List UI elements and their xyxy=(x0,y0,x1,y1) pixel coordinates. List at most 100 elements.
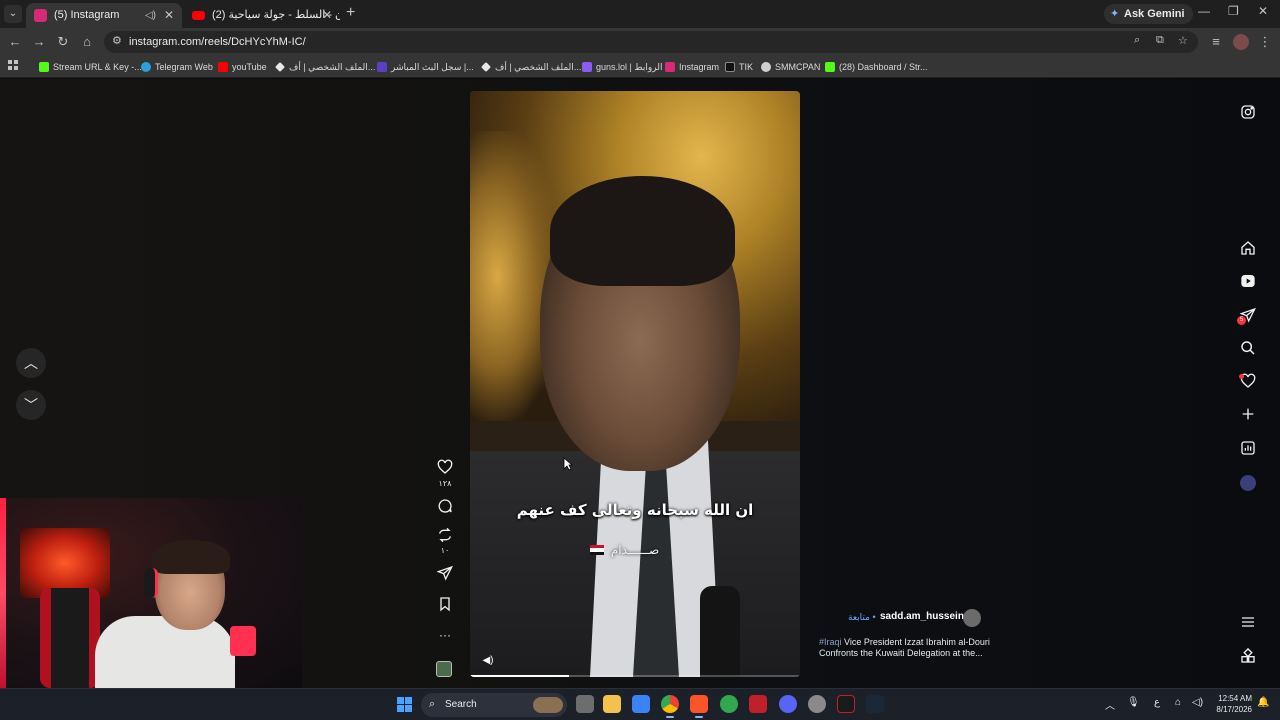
audio-thumbnail[interactable] xyxy=(436,661,452,677)
site-info-icon[interactable]: ⚙ xyxy=(112,34,122,47)
clock[interactable]: 12:54 AM 8/17/2026 xyxy=(1212,693,1252,715)
ask-gemini-button[interactable]: ✦ Ask Gemini xyxy=(1104,4,1193,24)
video-caption: ان الله سبحانه وتعالى كف عنهم xyxy=(516,501,754,519)
microphone-icon[interactable]: 🎙 xyxy=(1127,697,1140,708)
next-reel-button[interactable]: ﹀ xyxy=(16,390,46,420)
home-icon[interactable]: ⌂ xyxy=(78,33,96,51)
microphone-arm-shape xyxy=(230,626,256,656)
volume-icon[interactable]: ◀) xyxy=(480,653,496,669)
search-icon: ⌕ xyxy=(429,698,436,710)
bookmark-item[interactable]: Instagram xyxy=(665,60,719,74)
save-bookmark-icon[interactable] xyxy=(436,596,454,614)
webcam-overlay xyxy=(0,498,302,688)
restore-icon[interactable]: ❐ xyxy=(1228,4,1239,18)
address-bar[interactable]: ⚙ instagram.com/reels/DcHYcYhM-IC/ ⌕ ⧉ ☆ xyxy=(104,31,1198,53)
repost-count: ١٠ xyxy=(440,546,450,555)
repost-icon[interactable] xyxy=(436,527,454,545)
apps-grid-icon[interactable] xyxy=(8,60,19,71)
brave-icon[interactable] xyxy=(690,695,708,718)
reels-icon[interactable] xyxy=(1240,273,1256,289)
app-icon[interactable] xyxy=(837,695,855,713)
browser-toolbar: ← → ↻ ⌂ ⚙ instagram.com/reels/DcHYcYhM-I… xyxy=(0,28,1280,56)
bookmark-item[interactable]: youTube xyxy=(218,60,267,74)
video-progress-fill xyxy=(470,675,569,677)
reel-video[interactable]: ان الله سبحانه وتعالى كف عنهم صــــــدام… xyxy=(470,91,800,677)
url-text[interactable]: instagram.com/reels/DcHYcYhM-IC/ xyxy=(129,31,306,53)
share-icon[interactable] xyxy=(436,565,454,583)
bookmark-item[interactable]: سجل البث المباشر |... xyxy=(377,60,474,74)
tab-title: (2) الأردن - السلط - جولة سياحية xyxy=(212,9,340,21)
notification-bell-icon[interactable]: 🔔 xyxy=(1257,697,1269,708)
hashtag-link[interactable]: #Iraqi xyxy=(819,637,842,647)
tab-instagram[interactable]: (5) Instagram ◁) ✕ xyxy=(26,3,182,28)
volume-icon[interactable]: ◁) xyxy=(1192,697,1203,708)
dashboard-icon[interactable] xyxy=(1240,440,1256,456)
close-tab-icon[interactable]: ✕ xyxy=(322,3,332,28)
close-tab-icon[interactable]: ✕ xyxy=(164,3,174,28)
search-icon[interactable] xyxy=(1240,340,1256,356)
task-view-icon[interactable] xyxy=(576,695,594,713)
reel-description: #Iraqi Vice President Izzat Ibrahim al-D… xyxy=(819,637,990,658)
network-icon[interactable]: ⌂ xyxy=(1175,697,1181,708)
video-progress-track[interactable] xyxy=(470,675,800,677)
close-window-icon[interactable]: ✕ xyxy=(1258,4,1268,18)
language-indicator[interactable]: ع xyxy=(1154,697,1160,708)
headset-shape xyxy=(144,568,158,598)
author-avatar[interactable] xyxy=(963,609,981,627)
taskbar-search[interactable]: ⌕ Search xyxy=(421,693,567,717)
previous-reel-button[interactable]: ︿ xyxy=(16,348,46,378)
xbox-icon[interactable] xyxy=(720,695,738,713)
back-icon[interactable]: ← xyxy=(6,33,24,51)
profile-avatar[interactable] xyxy=(1233,34,1249,50)
bookmark-item[interactable]: الملف الشخصي | أف... xyxy=(275,60,375,74)
zoom-icon[interactable]: ⌕ xyxy=(1134,34,1140,47)
create-plus-icon[interactable] xyxy=(1240,406,1256,422)
microphone-shape xyxy=(700,586,740,677)
new-tab-button[interactable]: + xyxy=(346,4,355,22)
bookmark-item[interactable]: TIK xyxy=(725,60,753,74)
bookmark-item[interactable]: SMMCPAN xyxy=(761,60,820,74)
menu-icon[interactable]: ⋮ xyxy=(1256,33,1274,51)
tab-list-icon[interactable]: ≡ xyxy=(1207,33,1225,51)
tray-overflow-icon[interactable]: ︿ xyxy=(1105,697,1115,712)
more-menu-icon[interactable] xyxy=(1240,614,1256,630)
reload-icon[interactable]: ↻ xyxy=(54,33,72,51)
tab-youtube[interactable]: (2) الأردن - السلط - جولة سياحية ✕ xyxy=(184,3,340,28)
instagram-logo-icon[interactable] xyxy=(1240,104,1256,120)
home-icon[interactable] xyxy=(1240,240,1256,256)
like-heart-icon[interactable] xyxy=(436,459,454,477)
store-icon[interactable] xyxy=(632,695,650,713)
mouse-cursor-icon xyxy=(563,457,573,471)
comment-icon[interactable] xyxy=(436,498,454,516)
bookmark-item[interactable]: (28) Dashboard / Str... xyxy=(825,60,928,74)
obs-icon[interactable] xyxy=(808,695,826,713)
more-options-icon[interactable]: ··· xyxy=(436,627,454,645)
follow-button[interactable]: • متابعة xyxy=(848,612,876,623)
profile-avatar[interactable] xyxy=(1240,475,1256,491)
install-app-icon[interactable]: ⧉ xyxy=(1156,34,1164,47)
tab-search-button[interactable]: ⌄ xyxy=(4,5,22,23)
recorder-icon[interactable] xyxy=(749,695,767,713)
instagram-favicon-icon xyxy=(34,9,47,22)
bookmark-item[interactable]: guns.lol | الروابط xyxy=(582,60,662,74)
windows-start-icon[interactable] xyxy=(397,697,412,712)
bookmark-item[interactable]: Telegram Web xyxy=(141,60,213,74)
bookmark-item[interactable]: الملف الشخصي | أف... xyxy=(481,60,581,74)
notification-dot xyxy=(1239,374,1244,379)
username-link[interactable]: sadd.am_hussein12 xyxy=(880,611,975,622)
file-explorer-icon[interactable] xyxy=(603,695,621,713)
forward-icon[interactable]: → xyxy=(30,33,48,51)
bookmark-item[interactable]: Stream URL & Key -... xyxy=(39,60,142,74)
steam-icon[interactable] xyxy=(866,695,884,713)
windows-taskbar: ⌕ Search ︿ 🎙 ع ⌂ ◁) 12:54 AM 8/17/2026 🔔 xyxy=(0,688,1280,720)
chrome-icon[interactable] xyxy=(661,695,679,718)
speaker-icon[interactable]: ◁) xyxy=(145,3,156,28)
minimize-icon[interactable]: — xyxy=(1198,4,1210,18)
bookmark-star-icon[interactable]: ☆ xyxy=(1178,34,1188,47)
bookmarks-bar: Stream URL & Key -... Telegram Web youTu… xyxy=(0,56,1280,78)
also-from-meta-icon[interactable] xyxy=(1240,647,1256,664)
like-count: ١٢٨ xyxy=(438,479,452,488)
discord-icon[interactable] xyxy=(779,695,797,713)
tab-title: (5) Instagram xyxy=(54,9,120,21)
messages-badge: 5 xyxy=(1237,316,1246,325)
